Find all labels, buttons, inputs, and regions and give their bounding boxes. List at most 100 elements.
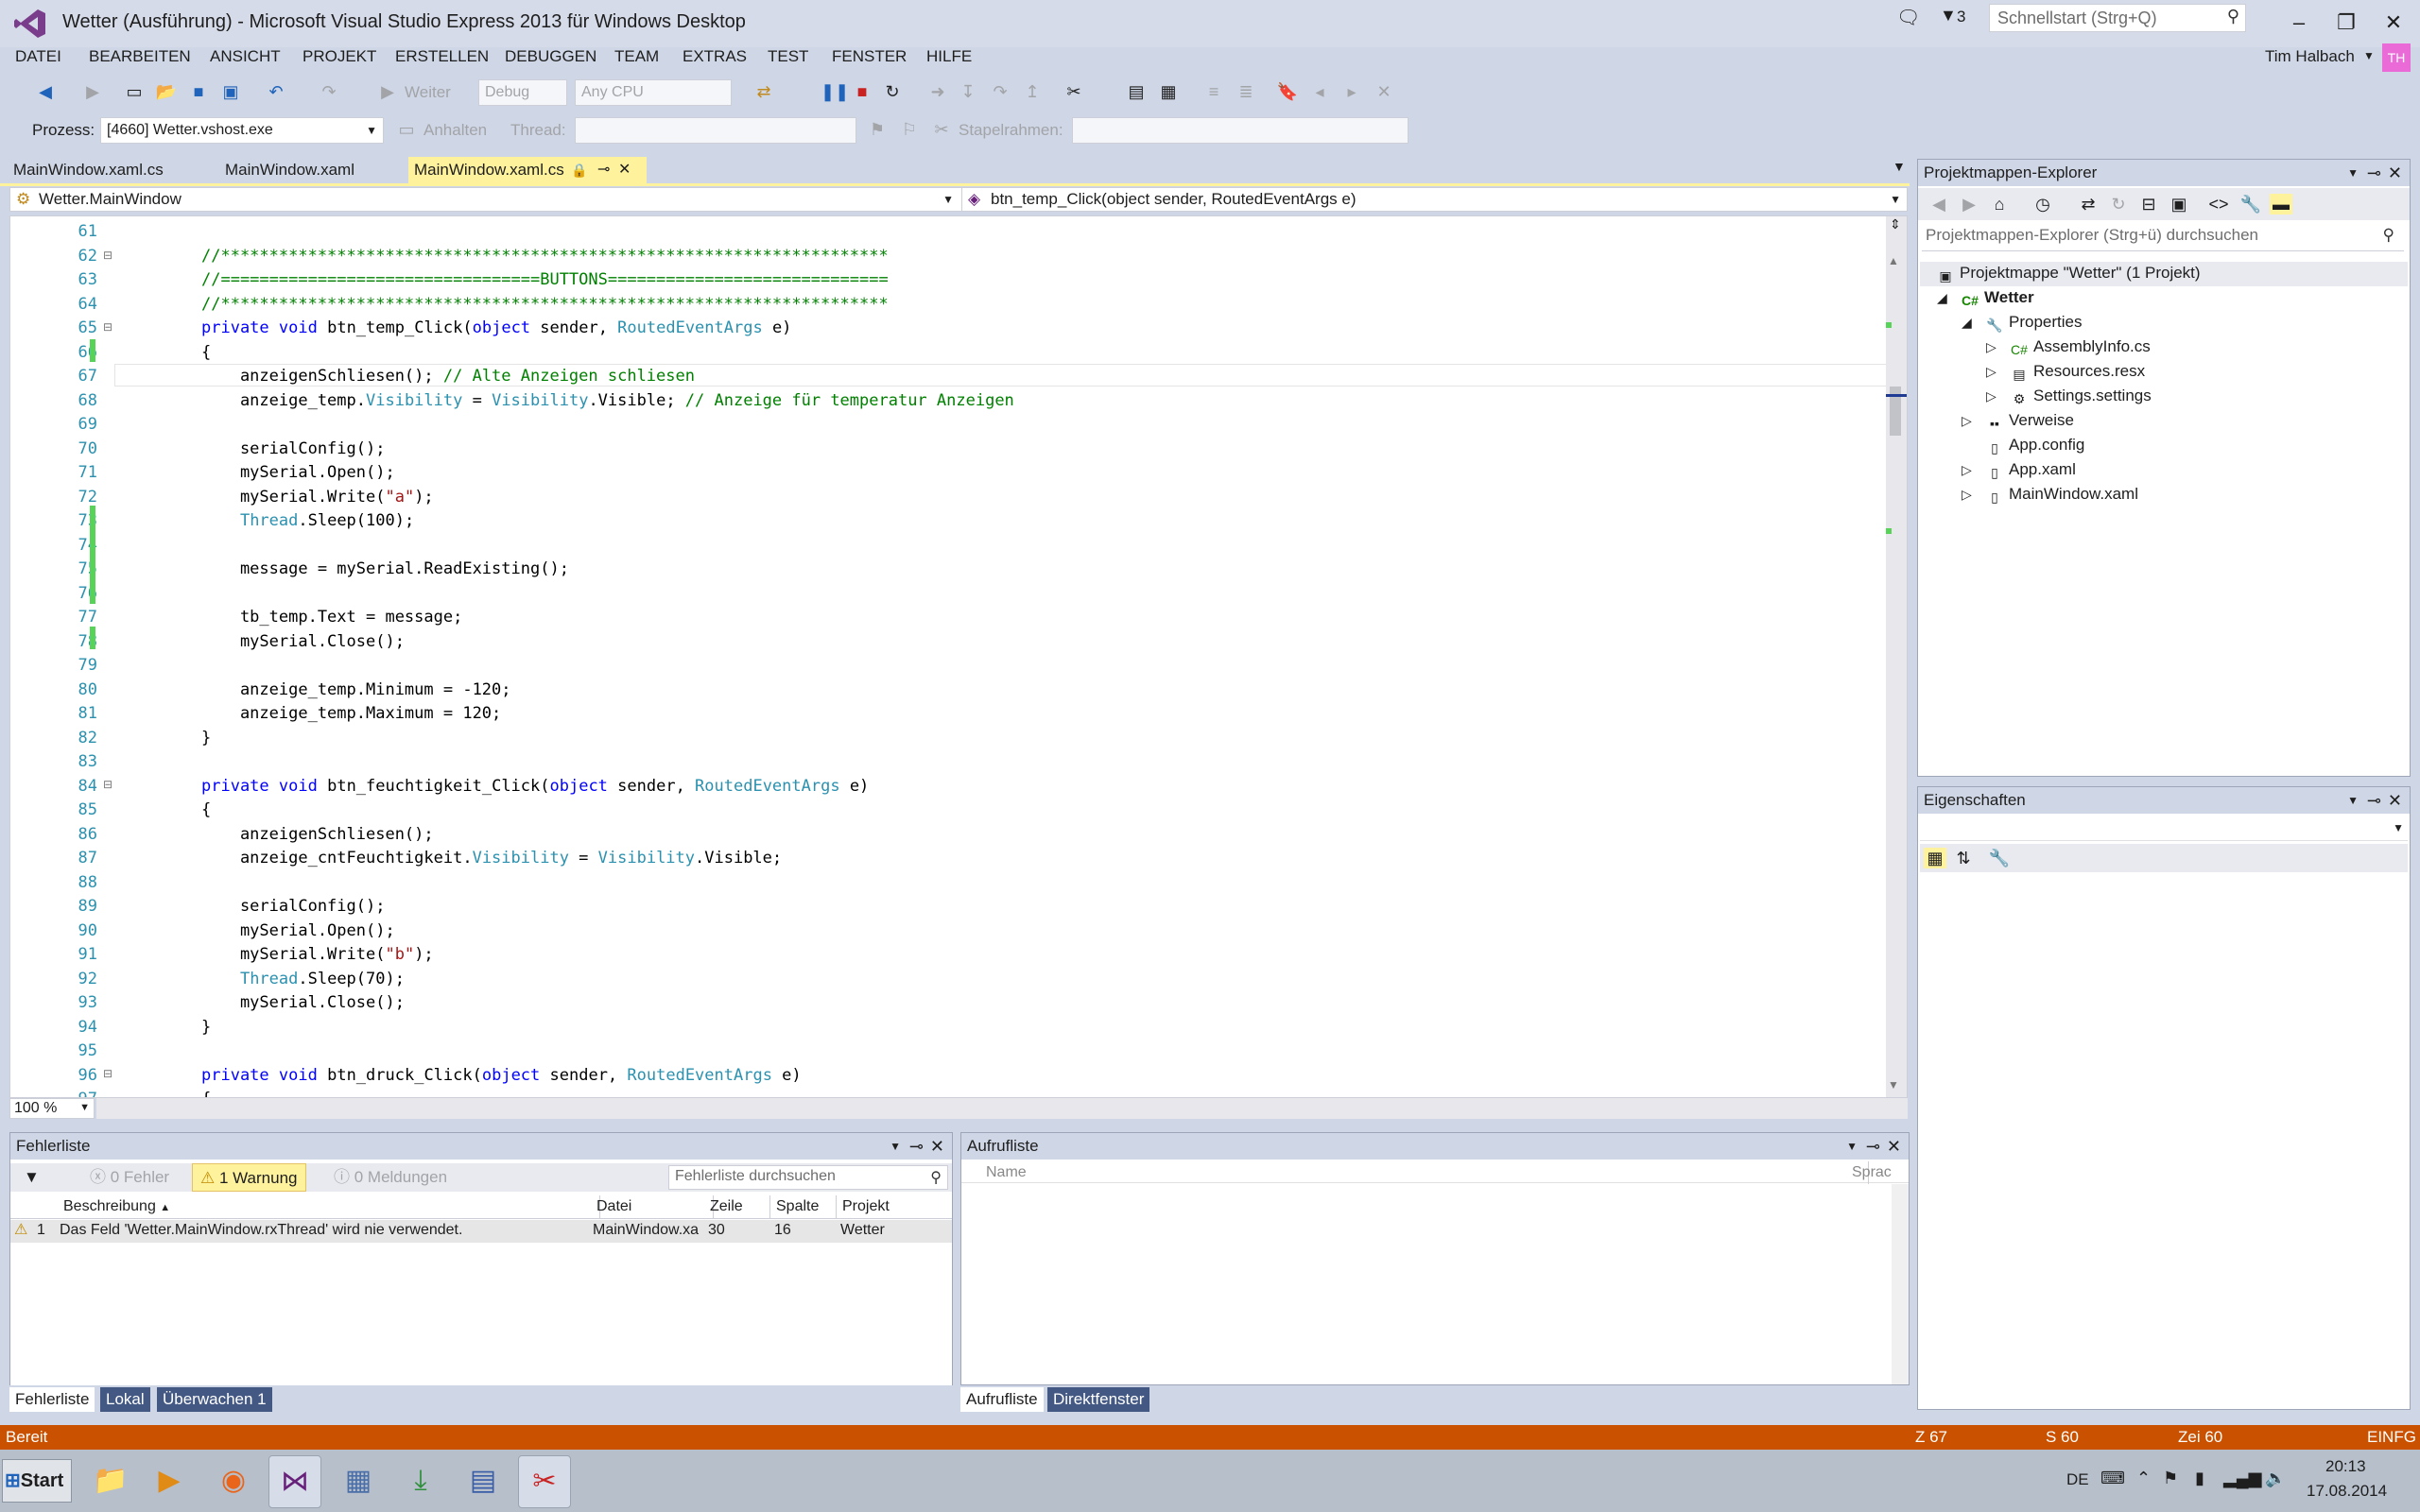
battery-icon[interactable]: ▮: [2195, 1469, 2204, 1488]
code-line[interactable]: message = mySerial.ReadExisting();: [201, 559, 569, 578]
quick-launch-input[interactable]: Schnellstart (Strg+Q) ⚲: [1989, 4, 2246, 32]
bookmark-icon[interactable]: 🔖: [1276, 81, 1299, 102]
refresh-icon[interactable]: ↻: [2107, 194, 2130, 215]
column-line[interactable]: Zeile: [704, 1195, 770, 1218]
avatar[interactable]: TH: [2382, 43, 2411, 72]
collapse-region-icon[interactable]: ⊟: [103, 320, 112, 334]
code-line[interactable]: anzeigenSchliesen();: [201, 825, 434, 844]
pin-icon[interactable]: ⊸: [2367, 160, 2381, 186]
code-line[interactable]: serialConfig();: [201, 439, 386, 458]
close-icon[interactable]: ✕: [2388, 787, 2402, 814]
lifecycle-icon[interactable]: ▭: [395, 119, 418, 140]
tab-mainwindow-xaml[interactable]: MainWindow.xaml: [219, 157, 360, 183]
media-player-taskbar-icon[interactable]: ▶: [144, 1455, 195, 1506]
visual-studio-taskbar-icon[interactable]: ⋈: [268, 1455, 321, 1508]
clock-time[interactable]: 20:13: [2325, 1457, 2366, 1476]
pin-icon[interactable]: ⊸: [1866, 1133, 1880, 1160]
user-name[interactable]: Tim Halbach: [2265, 47, 2355, 66]
comment-icon[interactable]: ≡: [1202, 81, 1225, 102]
pin-icon[interactable]: ⊸: [597, 157, 610, 183]
calculator-taskbar-icon[interactable]: ▦: [333, 1455, 384, 1506]
tab-direktfenster[interactable]: Direktfenster: [1047, 1387, 1150, 1412]
calendar-taskbar-icon[interactable]: ▤: [458, 1455, 509, 1506]
scroll-down-icon[interactable]: ▼: [1888, 1078, 1899, 1091]
step-out-icon[interactable]: ↥: [1021, 81, 1044, 102]
code-line[interactable]: anzeige_temp.Minimum = -120;: [201, 680, 511, 699]
call-stack-scrollbar[interactable]: [1892, 1184, 1909, 1384]
tree-item-app-xaml[interactable]: ▯ App.xaml: [1986, 460, 2076, 481]
scroll-up-icon[interactable]: ▲: [1888, 254, 1899, 267]
attach-icon[interactable]: ⇄: [752, 81, 775, 102]
code-line[interactable]: //**************************************…: [201, 247, 889, 266]
expand-arrow-icon[interactable]: ◢: [1962, 315, 1972, 331]
tab-ueberwachen[interactable]: Überwachen 1: [157, 1387, 272, 1412]
code-editor[interactable]: 61 62 63 64 65 66 67 68 69 70 71 72 73 74 75 76 77 78 79 80…: [9, 215, 1908, 1098]
collapse-region-icon[interactable]: ⊟: [103, 1067, 112, 1080]
collapsed-arrow-icon[interactable]: ▷: [1986, 388, 1996, 404]
home-icon[interactable]: ⌂: [1988, 194, 2011, 215]
categorized-icon[interactable]: ▦: [1924, 848, 1946, 868]
menu-team[interactable]: TEAM: [614, 47, 659, 66]
save-all-icon[interactable]: ▣: [219, 81, 242, 102]
maximize-button[interactable]: ❐: [2325, 4, 2367, 42]
step-into-icon[interactable]: ↧: [957, 81, 979, 102]
close-tab-icon[interactable]: ✕: [618, 157, 631, 183]
tree-item-app-config[interactable]: ▯ App.config: [1986, 436, 2084, 456]
save-icon[interactable]: ■: [187, 81, 210, 102]
tree-item-project[interactable]: C# Wetter: [1962, 288, 2034, 309]
code-line[interactable]: mySerial.Write("a");: [201, 488, 434, 507]
code-line[interactable]: {: [201, 800, 211, 819]
menu-fenster[interactable]: FENSTER: [832, 47, 907, 66]
code-line[interactable]: mySerial.Open();: [201, 463, 395, 482]
menu-hilfe[interactable]: HILFE: [926, 47, 972, 66]
sort-alphabetical-icon[interactable]: ⇅: [1952, 848, 1975, 868]
close-icon[interactable]: ✕: [1887, 1133, 1901, 1160]
error-list-search[interactable]: Fehlerliste durchsuchen ⚲: [668, 1165, 948, 1190]
code-line[interactable]: serialConfig();: [201, 897, 386, 916]
collapse-region-icon[interactable]: ⊟: [103, 778, 112, 791]
member-dropdown[interactable]: ◈ btn_temp_Click(object sender, RoutedEv…: [961, 188, 1907, 211]
pin-icon[interactable]: ⊸: [909, 1133, 924, 1160]
menu-bearbeiten[interactable]: BEARBEITEN: [89, 47, 191, 66]
platform-select[interactable]: Any CPU: [575, 79, 732, 106]
column-column[interactable]: Spalte: [770, 1195, 837, 1218]
panel-menu-icon[interactable]: ▼: [890, 1133, 901, 1160]
menu-debuggen[interactable]: DEBUGGEN: [505, 47, 596, 66]
thread-select[interactable]: [575, 117, 856, 144]
stop-icon[interactable]: ■: [851, 81, 873, 102]
view-code-icon[interactable]: <>: [2207, 194, 2230, 215]
filter-icon[interactable]: ⚑: [866, 119, 889, 140]
code-line[interactable]: mySerial.Close();: [201, 632, 405, 651]
expand-arrow-icon[interactable]: ◢: [1937, 290, 1947, 306]
split-icon[interactable]: ✂: [930, 119, 953, 140]
download-tool-taskbar-icon[interactable]: ⤓: [395, 1455, 446, 1506]
code-line[interactable]: anzeige_temp.Visibility = Visibility.Vis…: [201, 391, 1014, 410]
chevron-down-icon[interactable]: ▼: [2363, 49, 2375, 62]
tree-item-mainwindow-xaml[interactable]: ▯ MainWindow.xaml: [1986, 485, 2138, 506]
object-select[interactable]: ▼: [1920, 817, 2408, 841]
forward-icon[interactable]: ▶: [1958, 194, 1980, 215]
filter-icon[interactable]: ▼: [16, 1163, 47, 1192]
threads-icon[interactable]: ▦: [1157, 81, 1180, 102]
column-description[interactable]: Beschreibung ▲: [58, 1195, 600, 1218]
menu-datei[interactable]: DATEI: [15, 47, 61, 66]
zoom-select[interactable]: 100 % ▼: [9, 1098, 95, 1119]
tab-mainwindow-xaml-cs-active[interactable]: MainWindow.xaml.cs 🔒 ⊸ ✕: [408, 157, 647, 183]
close-button[interactable]: ✕: [2373, 4, 2414, 42]
clock-date[interactable]: 17.08.2014: [2307, 1482, 2387, 1501]
keyboard-icon[interactable]: ⌨: [2100, 1469, 2125, 1488]
code-line[interactable]: private void btn_temp_Click(object sende…: [201, 318, 791, 337]
tab-lokal[interactable]: Lokal: [100, 1387, 150, 1412]
tree-item-properties[interactable]: 🔧 Properties: [1986, 313, 2082, 334]
play-icon[interactable]: ▶: [376, 81, 399, 102]
collapsed-arrow-icon[interactable]: ▷: [1962, 413, 1972, 429]
code-line[interactable]: Thread.Sleep(100);: [201, 511, 414, 530]
tree-item-settings[interactable]: ⚙ Settings.settings: [2011, 387, 2152, 407]
code-line[interactable]: //**************************************…: [201, 295, 889, 314]
preview-icon[interactable]: ▬: [2270, 194, 2292, 215]
code-line[interactable]: private void btn_druck_Click(object send…: [201, 1066, 802, 1085]
column-project[interactable]: Projekt: [837, 1195, 950, 1218]
table-row[interactable]: ⚠ 1 Das Feld 'Wetter.MainWindow.rxThread…: [10, 1220, 952, 1243]
pending-changes-icon[interactable]: ◷: [2031, 194, 2054, 215]
solution-explorer-search[interactable]: Projektmappen-Explorer (Strg+ü) durchsuc…: [1922, 226, 2404, 251]
